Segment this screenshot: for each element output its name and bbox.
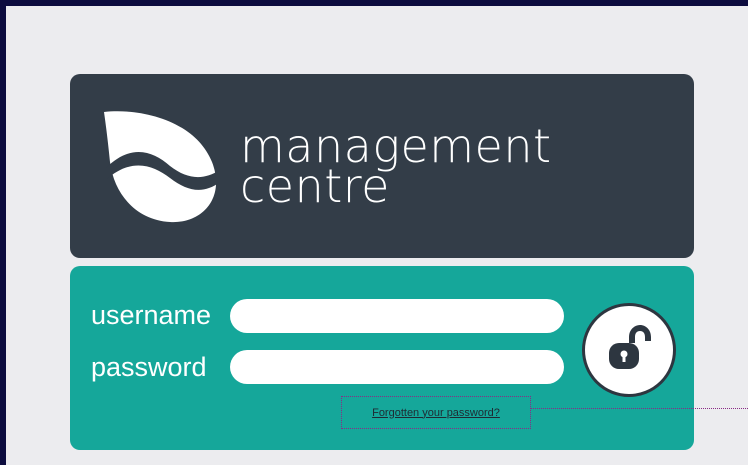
annotation-pointer-line: [531, 408, 748, 409]
forgot-password-highlight: Forgotten your password?: [341, 396, 531, 429]
login-form: username password Forgotten your passwor…: [70, 266, 694, 450]
username-label: username: [91, 300, 212, 330]
password-label: password: [91, 352, 207, 382]
brand-name: management centre: [240, 123, 552, 209]
forgot-password-link[interactable]: Forgotten your password?: [372, 407, 500, 419]
username-input[interactable]: [230, 299, 564, 333]
unlocked-padlock-icon: [609, 325, 651, 369]
password-input[interactable]: [230, 350, 564, 384]
brand-header: management centre: [70, 74, 694, 258]
leaf-wave-logo-icon: [104, 111, 220, 223]
login-button[interactable]: [582, 303, 676, 397]
page-background: management centre username password Forg…: [6, 6, 748, 465]
